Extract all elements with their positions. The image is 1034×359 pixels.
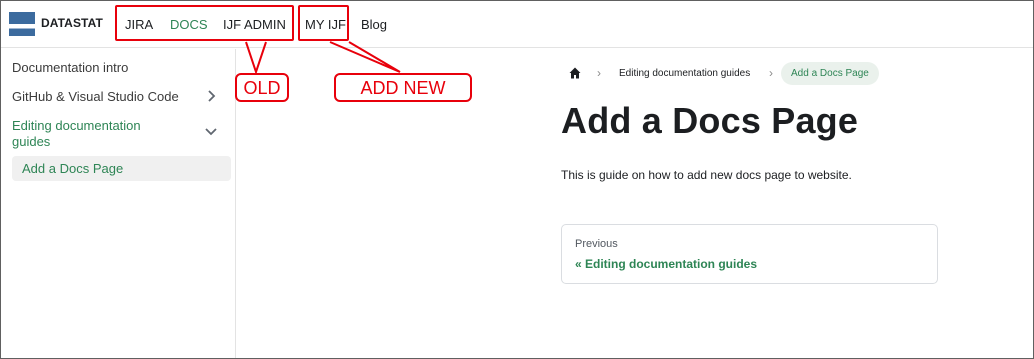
add-new-callout: ADD NEW [334, 73, 472, 102]
old-callout: OLD [235, 73, 289, 102]
annotation-arrows [245, 41, 401, 76]
